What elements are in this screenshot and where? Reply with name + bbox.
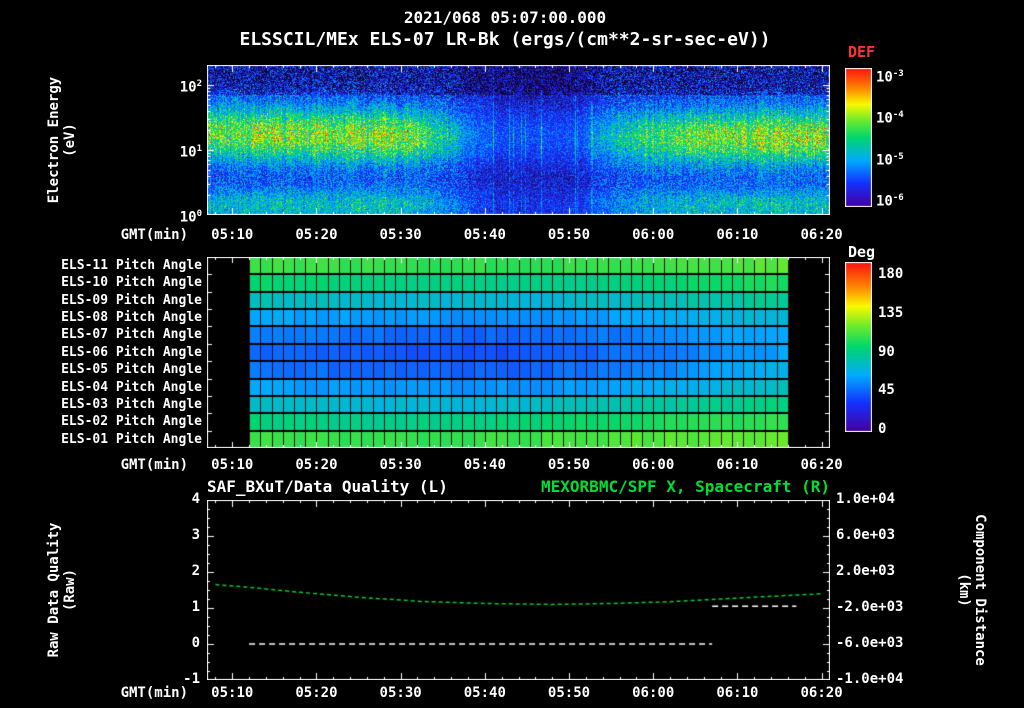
pitch-row-label: ELS-04 Pitch Angle (61, 379, 202, 395)
plot-screen: 2021/068 05:07:00.000 ELSSCIL/MEx ELS-07… (0, 0, 1024, 708)
x-tick-label-pitch: 05:50 (547, 457, 591, 473)
component-distance-title-line2: (km) (956, 573, 972, 607)
x-tick-label-spec: 06:00 (632, 227, 675, 243)
x-tick-label-pitch: 06:00 (632, 457, 675, 473)
def-colorbar-tick-label: 10-4 (876, 110, 904, 127)
right-y-tick-label: 2.0e+03 (836, 563, 896, 579)
spec-y-tick-label: 102 (179, 79, 202, 96)
left-y-tick-label: 1 (191, 599, 200, 615)
pitch-row-label: ELS-02 Pitch Angle (61, 414, 202, 430)
y-axis-title-line1: Electron Energy (46, 76, 62, 204)
x-tick-label-pitch: 06:20 (800, 457, 843, 473)
component-distance-title-line1: Component Distance (972, 514, 988, 666)
x-tick-label-pitch: 06:10 (716, 457, 759, 473)
pitch-row-label: ELS-05 Pitch Angle (61, 362, 202, 378)
left-y-tick-label: 0 (191, 635, 200, 651)
left-y-tick-label: -1 (183, 671, 200, 687)
right-y-tick-label: -6.0e+03 (836, 635, 904, 651)
x-tick-label-line: 06:00 (632, 685, 675, 701)
y-axis-title-line2: (eV) (62, 123, 78, 157)
x-tick-label-line: 06:20 (800, 685, 843, 701)
pitch-row-label: ELS-09 Pitch Angle (61, 292, 202, 308)
left-y-tick-label: 3 (191, 527, 200, 543)
spectrogram-canvas (207, 65, 830, 215)
x-tick-label-pitch: 05:30 (379, 457, 422, 473)
raw-quality-title-line2: (Raw) (62, 568, 78, 612)
x-tick-label-spec: 05:20 (295, 227, 338, 243)
raw-quality-title-line1: Raw Data Quality (46, 522, 62, 658)
deg-colorbar-tick-label: 90 (878, 343, 895, 360)
pitch-row-label: ELS-11 Pitch Angle (61, 258, 202, 273)
gmt-label-bottom: GMT(min) (120, 685, 188, 701)
right-y-tick-label: -2.0e+03 (836, 599, 904, 615)
line-panel-canvas (207, 500, 830, 680)
def-colorbar-tick-label: 10-5 (876, 151, 904, 169)
right-y-tick-label: 1.0e+04 (836, 491, 896, 507)
pitch-row-label: ELS-07 Pitch Angle (61, 327, 202, 343)
x-tick-label-pitch: 05:20 (295, 457, 338, 473)
deg-colorbar-tick-label: 135 (878, 304, 904, 321)
deg-colorbar-title: Deg (848, 243, 876, 261)
x-tick-label-line: 05:10 (211, 685, 254, 701)
spec-y-tick-label: 101 (179, 144, 202, 161)
y-axis-title-component-distance: Component Distance (km) (956, 514, 988, 666)
x-tick-label-spec: 05:50 (547, 227, 591, 243)
deg-colorbar-tick-label: 45 (878, 382, 895, 399)
pitch-row-label: ELS-06 Pitch Angle (61, 344, 202, 360)
bottom-panel-title-right: MEXORBMC/SPF X, Spacecraft (R) (541, 477, 830, 496)
right-y-tick-label: 6.0e+03 (836, 527, 896, 543)
left-y-tick-label: 4 (191, 491, 200, 507)
def-colorbar-tick-label: 10-6 (876, 192, 904, 210)
x-tick-label-spec: 05:10 (211, 227, 254, 243)
left-y-tick-label: 2 (191, 563, 200, 579)
right-y-tick-label: -1.0e+04 (836, 671, 904, 687)
def-colorbar-title: DEF (848, 43, 876, 61)
x-tick-label-spec: 05:40 (463, 227, 506, 243)
def-colorbar-tick-label: 10-3 (876, 69, 904, 86)
x-tick-label-line: 05:20 (295, 685, 338, 701)
pitch-angle-canvas (207, 257, 830, 448)
gmt-label-middle: GMT(min) (120, 457, 188, 473)
x-tick-label-spec: 06:10 (716, 227, 759, 243)
x-tick-label-line: 05:30 (379, 685, 422, 701)
x-tick-label-spec: 06:20 (800, 227, 843, 243)
deg-colorbar-tick-label: 180 (878, 266, 904, 282)
pitch-row-label: ELS-10 Pitch Angle (61, 275, 202, 291)
x-tick-label-line: 06:10 (716, 685, 759, 701)
spec-y-tick-label: 100 (179, 209, 202, 226)
deg-colorbar (845, 262, 872, 432)
x-tick-label-pitch: 05:10 (211, 457, 254, 473)
page-title: ELSSCIL/MEx ELS-07 LR-Bk (ergs/(cm**2-sr… (239, 29, 771, 50)
def-colorbar (845, 68, 872, 207)
y-axis-title-electron-energy: Electron Energy (eV) (46, 77, 78, 203)
pitch-row-label: ELS-03 Pitch Angle (61, 396, 202, 412)
x-tick-label-line: 05:50 (547, 685, 591, 701)
deg-colorbar-tick-label: 0 (878, 421, 887, 437)
bottom-panel-title-left: SAF_BXuT/Data Quality (L) (207, 477, 448, 496)
x-tick-label-spec: 05:30 (379, 227, 422, 243)
y-axis-title-raw-quality: Raw Data Quality (Raw) (46, 523, 78, 658)
pitch-row-label: ELS-08 Pitch Angle (61, 310, 202, 326)
date-line: 2021/068 05:07:00.000 (403, 8, 607, 27)
gmt-label-top: GMT(min) (120, 227, 188, 243)
x-tick-label-pitch: 05:40 (463, 457, 506, 473)
x-tick-label-line: 05:40 (463, 685, 506, 701)
pitch-row-label: ELS-01 Pitch Angle (61, 431, 202, 447)
